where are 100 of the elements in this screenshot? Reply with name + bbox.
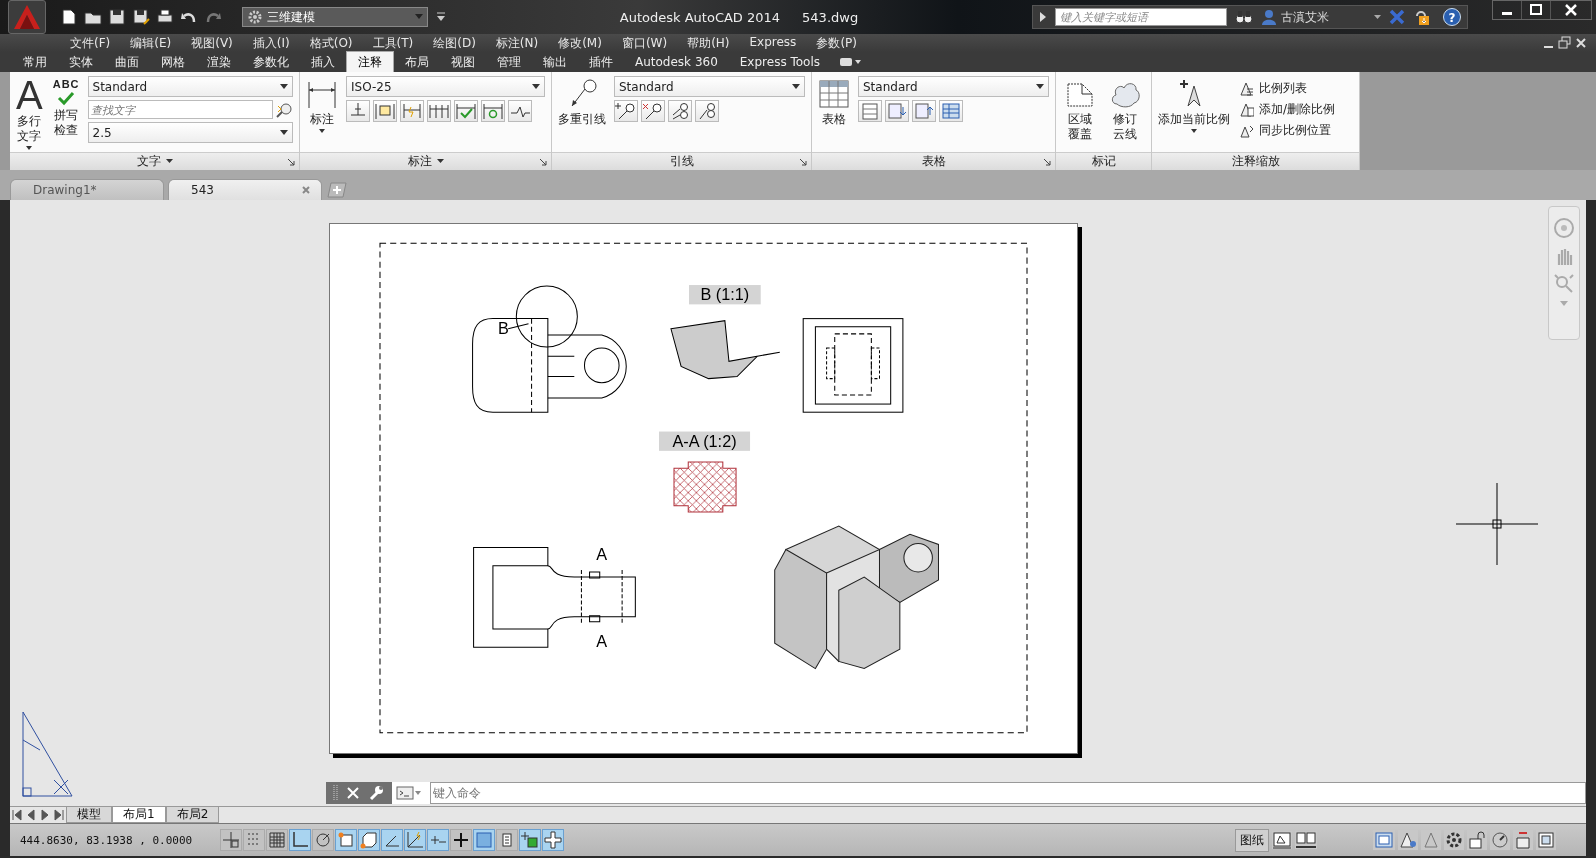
previous-tab-icon[interactable] (25, 809, 37, 821)
expand-arrow-icon[interactable] (1039, 12, 1047, 22)
menu-item[interactable]: 工具(T) (364, 34, 422, 52)
dialog-launcher-icon[interactable] (1043, 158, 1051, 166)
ribbon-tab[interactable]: 输出 (532, 52, 578, 72)
ribbon-tab[interactable]: 插入 (300, 52, 346, 72)
adjust-space-icon[interactable] (400, 100, 424, 122)
export-table-icon[interactable] (912, 100, 936, 122)
angle-icon[interactable] (381, 829, 403, 851)
first-tab-icon[interactable] (11, 809, 23, 821)
extract-data-icon[interactable] (858, 100, 882, 122)
text-height-dropdown[interactable]: 2.5 (87, 122, 293, 143)
panel-toggle-icon[interactable] (839, 56, 861, 68)
command-prompt-icon[interactable] (396, 785, 422, 801)
ribbon-button[interactable]: 添加/删除比例 (1238, 101, 1353, 118)
ribbon-button[interactable]: 添加当前比例 (1156, 76, 1232, 152)
save-as-icon[interactable] (132, 8, 150, 26)
ribbon-button[interactable]: 区域覆盖 (1060, 76, 1100, 152)
align-leaders-icon[interactable] (668, 100, 692, 122)
panel-title[interactable]: 标记 (1056, 152, 1151, 170)
binoculars-icon[interactable] (1235, 9, 1253, 25)
ribbon-tab[interactable]: 常用 (12, 52, 58, 72)
ribbon-tab[interactable]: 注释 (346, 51, 394, 72)
link-data-icon[interactable] (939, 100, 963, 122)
ribbon-tab[interactable]: 渲染 (196, 52, 242, 72)
dynamic-input-icon[interactable] (427, 829, 449, 851)
selection-cycle-icon[interactable] (519, 829, 541, 851)
text-style-dropdown[interactable]: Standard (87, 76, 293, 97)
add-leader-icon[interactable] (614, 100, 638, 122)
next-tab-icon[interactable] (39, 809, 51, 821)
ribbon-tab[interactable]: 视图 (440, 52, 486, 72)
search-field[interactable]: 键入关键字或短语 (1055, 8, 1227, 26)
dialog-launcher-icon[interactable] (799, 158, 807, 166)
menu-item[interactable]: 标注(N) (487, 34, 547, 52)
ribbon-button[interactable]: 表格 (816, 76, 852, 152)
menu-item[interactable]: 修改(M) (550, 34, 610, 52)
object-snap-icon[interactable] (335, 829, 357, 851)
reassociate-dimension-icon[interactable] (454, 100, 478, 122)
properties-list-icon[interactable] (496, 829, 518, 851)
menu-item[interactable]: 视图(V) (183, 34, 241, 52)
ribbon-button[interactable]: 比例列表 (1238, 80, 1353, 97)
ribbon-tab[interactable]: 插件 (578, 52, 624, 72)
panel-title[interactable]: 标注 (300, 152, 551, 170)
ribbon-button[interactable]: 修订云线 (1105, 76, 1145, 152)
dotted-grid-icon[interactable] (243, 829, 265, 851)
leader-style-dropdown[interactable]: Standard (614, 76, 805, 97)
maximize-viewport-icon[interactable] (1373, 830, 1395, 850)
table-style-dropdown[interactable]: Standard (858, 76, 1049, 97)
axes-icon[interactable] (404, 829, 426, 851)
orthogonal-icon[interactable] (289, 829, 311, 851)
panel-title[interactable]: 文字 (10, 152, 299, 170)
file-tab[interactable]: 543 (168, 179, 322, 200)
restore-icon[interactable] (1558, 36, 1572, 50)
collect-leaders-icon[interactable] (695, 100, 719, 122)
help-button[interactable]: ? (1443, 8, 1461, 26)
remove-leader-icon[interactable] (641, 100, 665, 122)
menu-item[interactable]: 帮助(H) (679, 34, 738, 52)
continue-dimension-icon[interactable] (427, 100, 451, 122)
snap-tracking-icon[interactable] (220, 829, 242, 851)
menu-item[interactable]: Express (741, 34, 805, 52)
plus-icon[interactable] (450, 829, 472, 851)
ribbon-button[interactable]: 标注 (304, 76, 340, 152)
menu-item[interactable]: 绘图(D) (425, 34, 484, 52)
ribbon-tab[interactable]: Autodesk 360 (624, 52, 729, 72)
printer-icon[interactable] (156, 8, 174, 26)
find-replace-icon[interactable] (275, 101, 293, 118)
ribbon-tab[interactable]: 布局 (394, 52, 440, 72)
ribbon-button[interactable]: 同步比例位置 (1238, 122, 1353, 139)
isolate-objects-icon[interactable] (1513, 830, 1533, 850)
drag-grip-icon[interactable] (332, 783, 338, 803)
menu-item[interactable]: 格式(O) (301, 34, 361, 52)
last-tab-icon[interactable] (53, 809, 65, 821)
command-input-field[interactable]: 键入命令 (430, 782, 1586, 804)
ribbon-tab[interactable]: 网格 (150, 52, 196, 72)
user-account-menu[interactable]: 古滇艾米 (1261, 8, 1381, 26)
panel-title[interactable]: 注释缩放 (1152, 152, 1359, 170)
menu-item[interactable]: 插入(I) (244, 34, 298, 52)
paper-space-button[interactable]: 图纸 (1235, 828, 1269, 852)
inspect-dimension-icon[interactable] (373, 100, 397, 122)
clean-screen-icon[interactable] (1536, 830, 1556, 850)
dialog-launcher-icon[interactable] (539, 158, 547, 166)
save-icon[interactable] (108, 8, 126, 26)
ribbon-tab[interactable]: 参数化 (242, 52, 300, 72)
split-layout-icon[interactable] (1295, 831, 1317, 849)
new-file-icon[interactable] (60, 8, 78, 26)
settings-icon[interactable] (1444, 830, 1464, 850)
dimension-style-dropdown[interactable]: ISO-25 (346, 76, 545, 97)
dialog-launcher-icon[interactable] (287, 158, 295, 166)
break-dimension-icon[interactable] (346, 100, 370, 122)
grid-icon[interactable] (266, 829, 288, 851)
spell-check-button[interactable]: ABC 拼写检查 (50, 76, 82, 152)
box-snap-icon[interactable] (358, 829, 380, 851)
menu-item[interactable]: 文件(F) (62, 34, 119, 52)
layout-tab[interactable]: 模型 (66, 807, 112, 823)
polar-tracking-icon[interactable] (312, 829, 334, 851)
wrench-icon[interactable] (368, 785, 384, 801)
ribbon-tab[interactable]: Express Tools (728, 52, 831, 72)
ribbon-button[interactable]: 多重引线 (556, 76, 608, 152)
layout-tab[interactable]: 布局2 (165, 807, 220, 823)
panel-title[interactable]: 引线 (552, 152, 811, 170)
